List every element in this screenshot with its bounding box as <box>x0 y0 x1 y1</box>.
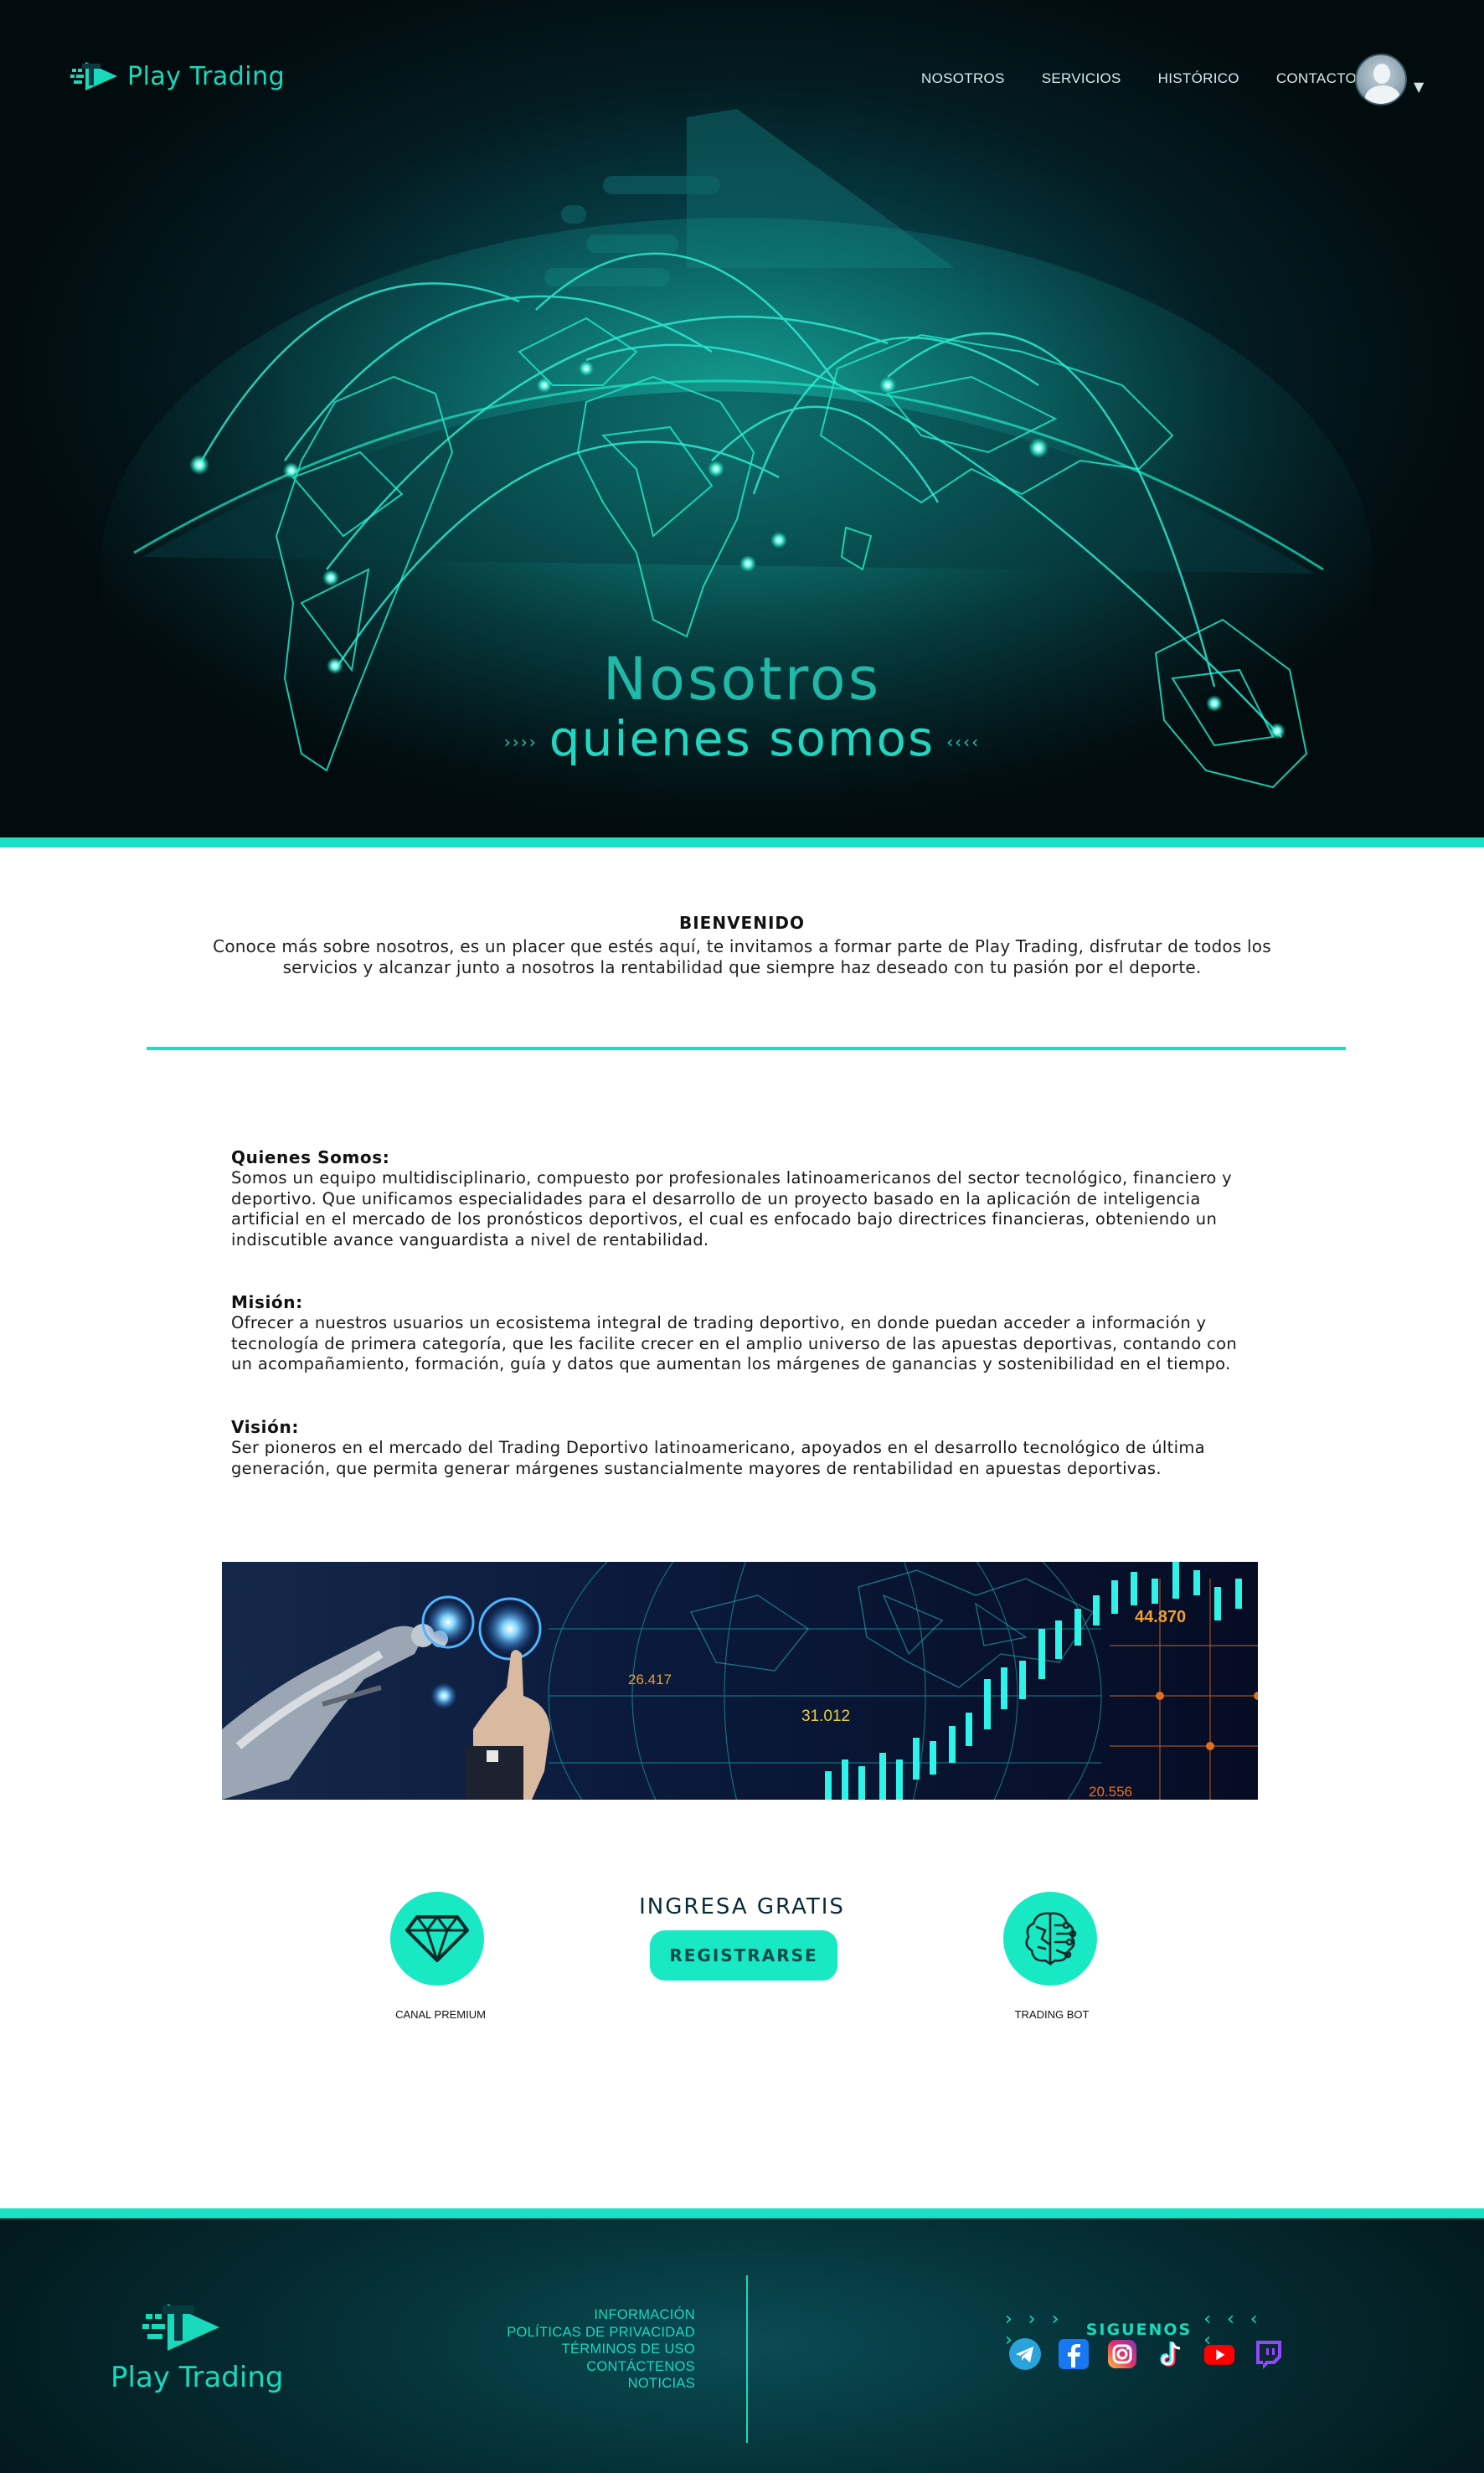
banner-illustration: 26.417 31.012 44.870 20.556 <box>222 1562 1258 1800</box>
banner-number-2: 31.012 <box>801 1708 850 1725</box>
premium-channel-label: CANAL PREMIUM <box>395 2008 486 2021</box>
nav-servicios[interactable]: SERVICIOS <box>1042 70 1121 87</box>
hero-accent-bar <box>0 837 1484 848</box>
about-vision: Visión: Ser pioneros en el mercado del T… <box>231 1417 1263 1479</box>
nav-contacto[interactable]: CONTACTO <box>1276 70 1357 87</box>
nav-nosotros[interactable]: NOSOTROS <box>921 70 1005 87</box>
ai-brain-icon <box>1025 1912 1077 1966</box>
footer-link-contactenos[interactable]: CONTÁCTENOS <box>469 2358 695 2376</box>
diamond-icon <box>405 1915 469 1962</box>
premium-channel-button[interactable] <box>390 1892 484 1986</box>
trading-bot-label: TRADING BOT <box>1014 2008 1090 2021</box>
telegram-icon[interactable] <box>1008 2337 1042 2371</box>
footer-link-terminos[interactable]: TÉRMINOS DE USO <box>469 2341 695 2358</box>
about-mission: Misión: Ofrecer a nuestros usuarios un e… <box>231 1292 1263 1375</box>
site-footer: Play Trading INFORMACIÓN POLÍTICAS DE PR… <box>0 2218 1484 2473</box>
user-avatar[interactable] <box>1355 54 1407 106</box>
brand-logo[interactable]: Play Trading <box>70 59 285 94</box>
arrows-right: ‹‹‹‹ <box>946 731 981 752</box>
footer-divider <box>746 2275 748 2443</box>
footer-brand-name: Play Trading <box>111 2361 284 2394</box>
play-logo-icon <box>70 62 117 90</box>
banner-number-1: 26.417 <box>628 1672 672 1687</box>
arrows-left: ›››› <box>503 731 538 752</box>
page-subtitle: ›››› quienes somos ‹‹‹‹ <box>0 710 1484 767</box>
facebook-icon[interactable] <box>1057 2337 1090 2371</box>
hero-section: Play Trading NOSOTROS SERVICIOS HISTÓRIC… <box>0 0 1484 837</box>
welcome-text: Conoce más sobre nosotros, es un placer … <box>213 936 1271 977</box>
footer-link-noticias[interactable]: NOTICIAS <box>469 2375 695 2393</box>
who-title: Quienes Somos: <box>231 1147 390 1167</box>
register-button[interactable]: REGISTRARSE <box>650 1930 837 1981</box>
instagram-icon[interactable] <box>1105 2337 1139 2371</box>
trading-bot-button[interactable] <box>1003 1892 1097 1986</box>
nav-historico[interactable]: HISTÓRICO <box>1158 70 1239 87</box>
footer-accent-bar <box>0 2208 1484 2218</box>
footer-links: INFORMACIÓN POLÍTICAS DE PRIVACIDAD TÉRM… <box>469 2306 695 2393</box>
footer-logo-icon[interactable] <box>142 2299 223 2356</box>
footer-link-informacion[interactable]: INFORMACIÓN <box>469 2306 695 2324</box>
about-who: Quienes Somos: Somos un equipo multidisc… <box>231 1147 1263 1250</box>
chevron-down-icon[interactable]: ▼ <box>1414 79 1424 95</box>
tiktok-icon[interactable] <box>1154 2337 1188 2371</box>
vision-title: Visión: <box>231 1417 299 1437</box>
welcome-section: BIENVENIDO Conoce más sobre nosotros, es… <box>209 913 1275 978</box>
free-signup-heading: INGRESA GRATIS <box>639 1894 845 1919</box>
ai-trading-banner: 26.417 31.012 44.870 20.556 <box>222 1562 1258 1800</box>
welcome-heading: BIENVENIDO <box>678 913 805 933</box>
twitch-icon[interactable] <box>1251 2337 1285 2371</box>
vision-text: Ser pioneros en el mercado del Trading D… <box>231 1438 1205 1478</box>
brand-name: Play Trading <box>127 61 286 91</box>
footer-link-privacidad[interactable]: POLÍTICAS DE PRIVACIDAD <box>469 2324 695 2342</box>
banner-number-3: 44.870 <box>1135 1608 1186 1626</box>
mission-text: Ofrecer a nuestros usuarios un ecosistem… <box>231 1313 1237 1373</box>
social-links <box>1008 2337 1285 2371</box>
youtube-icon[interactable] <box>1203 2337 1236 2371</box>
banner-number-4: 20.556 <box>1089 1784 1132 1800</box>
section-divider <box>147 1047 1346 1050</box>
main-nav: NOSOTROS SERVICIOS HISTÓRICO CONTACTO <box>921 70 1394 87</box>
subtitle-text: quienes somos <box>549 710 935 767</box>
page-title: Nosotros <box>602 645 882 714</box>
mission-title: Misión: <box>231 1292 303 1312</box>
follow-us-label: SIGUENOS <box>1085 2321 1193 2339</box>
who-text: Somos un equipo multidisciplinario, comp… <box>231 1168 1232 1249</box>
